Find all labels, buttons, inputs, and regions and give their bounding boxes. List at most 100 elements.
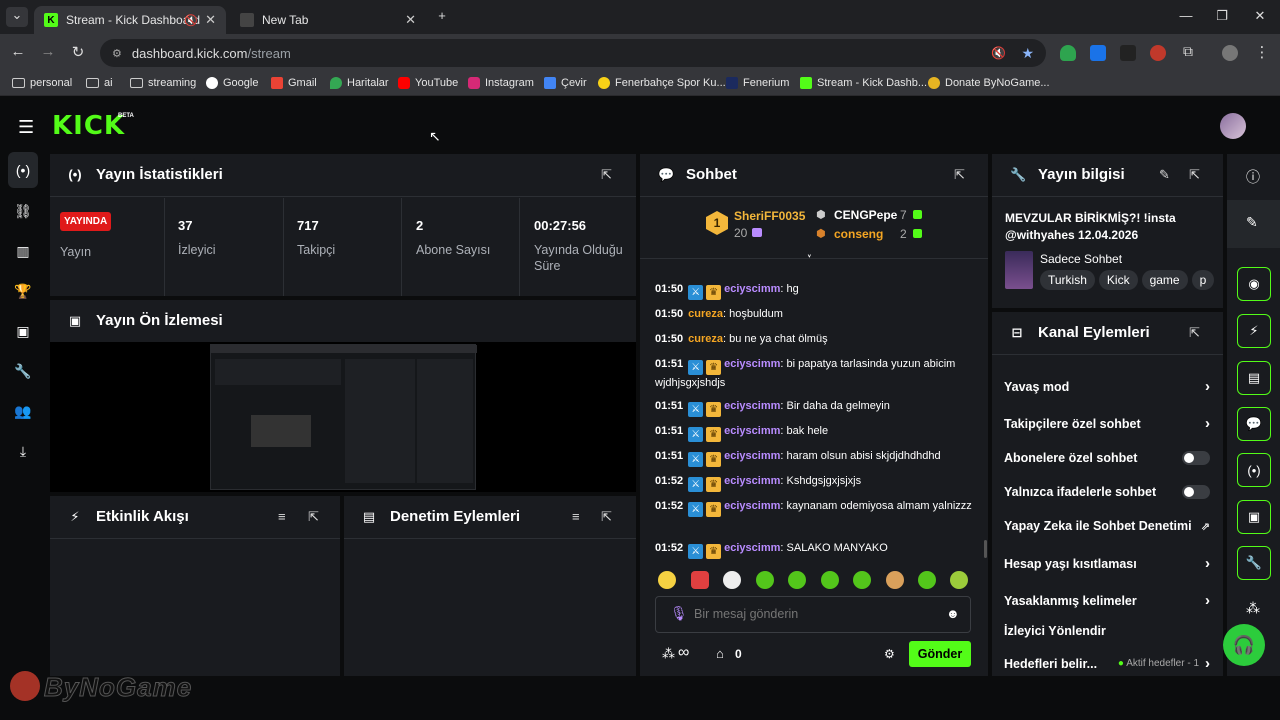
community-nav-icon[interactable]: 👥 [10,398,36,424]
popout-icon[interactable]: ⇱ [954,167,965,183]
bookmark-personal[interactable]: personal [12,77,72,89]
support-headset-icon[interactable]: 🎧 [1223,624,1265,666]
camera-rail-icon[interactable]: ◉ [1237,267,1271,301]
popout-icon[interactable]: ⇱ [601,167,612,183]
analytics-nav-icon[interactable]: ▥ [10,238,36,264]
emote-icon[interactable] [853,571,871,589]
shield-extension-icon[interactable] [1060,45,1076,61]
popout-icon[interactable]: ⇱ [1189,325,1200,341]
emote-icon[interactable] [756,571,774,589]
info-icon[interactable]: ⓘ [1246,167,1260,187]
reload-icon[interactable]: ↻ [68,43,88,61]
popout-icon[interactable]: ⇱ [1189,167,1200,183]
bookmark-star-icon[interactable]: ★ [1021,45,1034,62]
user-avatar[interactable] [1220,113,1246,139]
menu-kebab-icon[interactable]: ⋮ [1252,43,1272,61]
popout-icon[interactable]: ⇱ [601,509,612,525]
subscribers-only-toggle[interactable] [1182,451,1210,465]
wrench-nav-icon[interactable]: 🔧 [10,358,36,384]
gifter-name[interactable]: CENGPepe [834,208,897,222]
preview-video[interactable] [210,344,477,490]
filter-icon[interactable]: ≡ [278,509,286,524]
new-tab-icon[interactable]: + [432,8,452,23]
bookmark-donate[interactable]: Donate ByNoGame... [928,77,1050,89]
broadcast-rail-icon[interactable]: (•) [1237,453,1271,487]
chat-rail-icon[interactable]: 💬 [1237,407,1271,441]
bookmark-translate[interactable]: Çevir [544,77,587,89]
hamburger-menu-icon[interactable]: ☰ [18,117,34,138]
mute-tab-icon[interactable]: 🔇 [184,14,198,27]
emotes-only-toggle[interactable] [1182,485,1210,499]
edit-pencil-icon[interactable]: ✎ [1159,167,1170,183]
emote-icon[interactable] [658,571,676,589]
maximize-icon[interactable]: ❐ [1212,8,1232,24]
forward-icon[interactable]: → [38,43,58,60]
message-username[interactable]: eciyscimm [724,425,780,437]
translate-extension-icon[interactable] [1090,45,1106,61]
tab-search-icon[interactable]: ⌄ [6,7,28,27]
account-age-row[interactable]: Hesap yaşı kısıtlaması › [1004,555,1210,572]
host-viewers-row[interactable]: İzleyici Yönlendir [1004,624,1210,638]
tab-new-tab[interactable]: New Tab ✕ [230,6,426,34]
send-button[interactable]: Gönder [909,641,971,667]
filter-icon[interactable]: ≡ [572,509,580,524]
emote-icon[interactable] [886,571,904,589]
banned-words-row[interactable]: Yasaklanmış kelimeler › [1004,592,1210,609]
emote-icon[interactable] [723,571,741,589]
emote-icon[interactable] [691,571,709,589]
microphone-icon[interactable]: 🎙 [670,605,688,622]
edit-pencil-icon[interactable]: ✎ [1246,214,1258,231]
message-username[interactable]: eciyscimm [724,542,780,554]
chat-input[interactable] [694,604,934,624]
close-tab-icon[interactable]: ✕ [205,12,216,28]
youtube-extension-icon[interactable] [1150,45,1166,61]
bookmark-instagram[interactable]: Instagram [468,77,534,89]
category-name[interactable]: Sadece Sohbet [1040,252,1122,266]
store-icon[interactable]: ⌂ [716,646,724,661]
bolt-rail-icon[interactable]: ⚡ [1237,314,1271,348]
stream-nav-icon[interactable]: (•) [8,152,38,188]
media-muted-icon[interactable]: 🔇 [991,46,1006,60]
bookmark-google[interactable]: Google [206,77,258,89]
emote-icon[interactable] [821,571,839,589]
bookmark-ai[interactable]: ai [86,77,113,89]
site-info-icon[interactable]: ⚙ [112,47,122,60]
wrench-rail-icon[interactable]: 🔧 [1237,546,1271,580]
message-username[interactable]: eciyscimm [724,358,780,370]
message-username[interactable]: cureza [688,308,723,320]
share-icon[interactable]: ⁂ [1246,600,1260,617]
bookmark-fenerbahce[interactable]: Fenerbahçe Spor Ku... [598,77,726,89]
message-username[interactable]: eciyscimm [724,475,780,487]
popout-icon[interactable]: ⇱ [308,509,319,525]
address-bar[interactable]: ⚙ dashboard.kick.com/stream 🔇 ★ [100,39,1046,67]
followers-only-row[interactable]: Takipçilere özel sohbet › [1004,415,1210,432]
message-username[interactable]: eciyscimm [724,400,780,412]
extensions-puzzle-icon[interactable]: ⧉ [1178,43,1198,60]
bookmark-streaming[interactable]: streaming [130,77,196,89]
goals-row[interactable]: Hedefleri belir... ● Aktif hedefler - 1 › [1004,655,1210,672]
close-window-icon[interactable]: ✕ [1250,8,1270,24]
gifter-name[interactable]: conseng [834,227,883,241]
tab-kick-dashboard[interactable]: K Stream - Kick Dashboard 🔇 ✕ [34,6,226,34]
message-username[interactable]: eciyscimm [724,283,780,295]
message-username[interactable]: cureza [688,333,723,345]
close-tab-icon[interactable]: ✕ [405,12,416,28]
extension-icon[interactable] [1120,45,1136,61]
preview-rail-icon[interactable]: ▣ [1237,500,1271,534]
kick-logo[interactable]: KICK [52,111,125,141]
ai-moderation-row[interactable]: Yapay Zeka ile Sohbet Denetimi ⇗ [1004,519,1210,533]
bookmark-fenerium[interactable]: Fenerium [726,77,789,89]
download-nav-icon[interactable]: ⤓ [10,438,36,464]
emote-icon[interactable] [918,571,936,589]
bookmark-kick-dashboard[interactable]: Stream - Kick Dashb... [800,77,927,89]
slow-mode-row[interactable]: Yavaş mod › [1004,378,1210,395]
bookmark-gmail[interactable]: Gmail [271,77,317,89]
message-username[interactable]: eciyscimm [724,500,780,512]
settings-gear-icon[interactable]: ⚙ [884,647,895,661]
emoji-icon[interactable]: ☻ [946,606,960,621]
chat-scrollbar[interactable] [984,540,987,558]
document-rail-icon[interactable]: ▤ [1237,361,1271,395]
trophy-nav-icon[interactable]: 🏆 [10,278,36,304]
bookmark-youtube[interactable]: YouTube [398,77,458,89]
emote-icon[interactable] [950,571,968,589]
